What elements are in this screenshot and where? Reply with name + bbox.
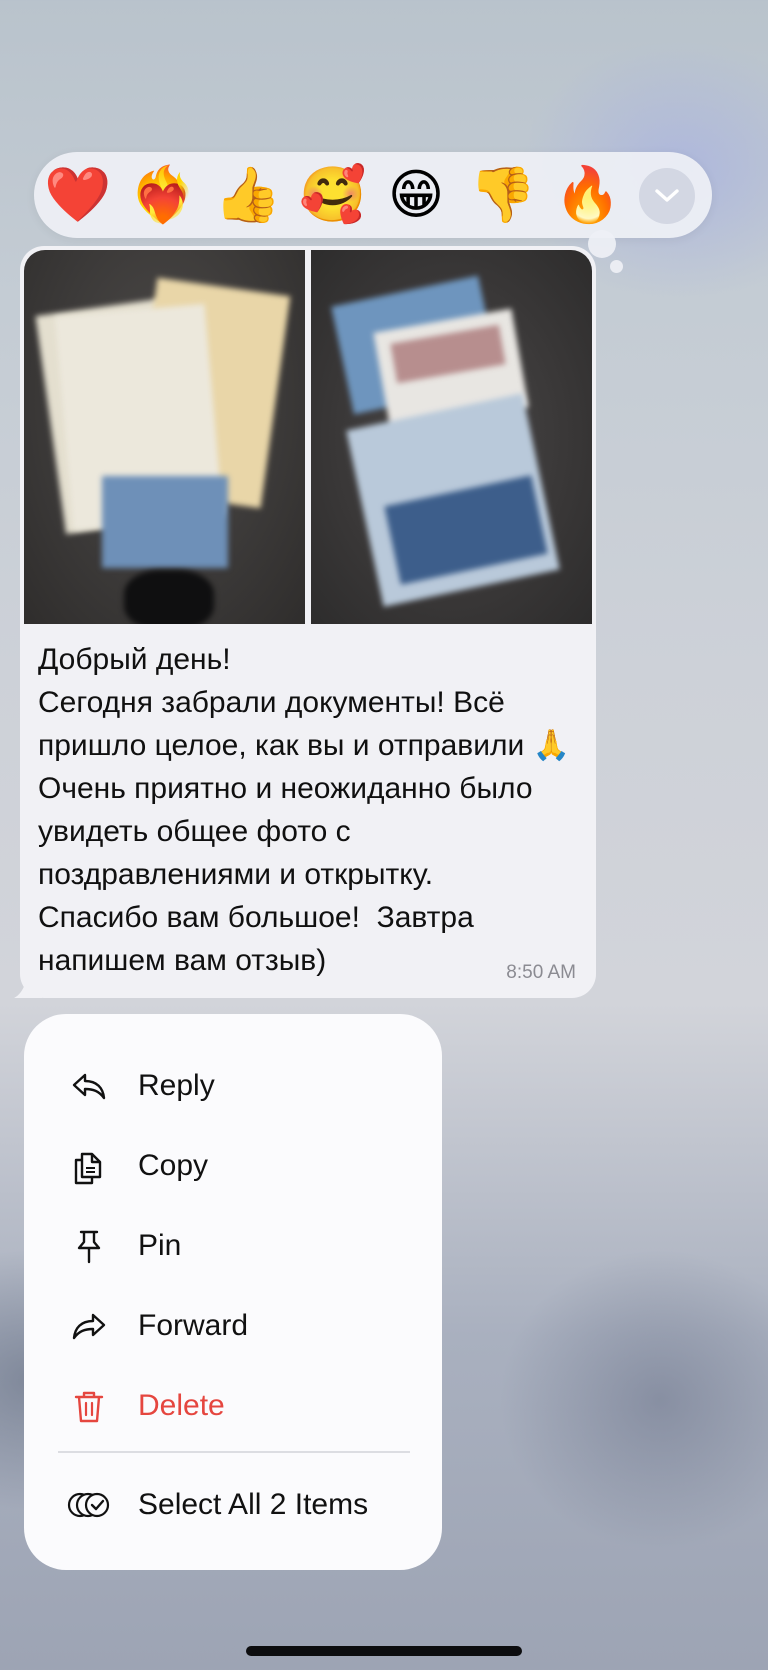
menu-item-select-all[interactable]: Select All 2 Items	[24, 1470, 442, 1540]
pin-icon	[77, 1230, 101, 1264]
photo-documents[interactable]	[24, 250, 305, 624]
menu-item-label: Select All 2 Items	[138, 1488, 369, 1521]
context-menu: Reply Copy Pin Forward Delete Select All…	[24, 1014, 442, 1570]
copy-icon	[74, 1152, 102, 1185]
reaction-bar-tail	[588, 230, 616, 258]
reply-icon	[72, 1073, 106, 1100]
reaction-smiling-face-with-hearts[interactable]: 🥰	[299, 163, 366, 227]
more-reactions-button[interactable]	[639, 168, 695, 224]
home-indicator[interactable]	[246, 1646, 522, 1656]
reaction-thumbs-up[interactable]: 👍	[214, 163, 281, 227]
menu-item-reply[interactable]: Reply	[24, 1051, 442, 1121]
menu-item-forward[interactable]: Forward	[24, 1291, 442, 1361]
message-text: Добрый день! Сегодня забрали документы! …	[38, 643, 570, 977]
menu-divider	[58, 1451, 410, 1453]
reaction-beaming-face[interactable]: 😁	[384, 163, 448, 227]
reaction-red-heart[interactable]: ❤️	[44, 163, 111, 227]
menu-item-copy[interactable]: Copy	[24, 1131, 442, 1201]
message-bubble[interactable]: Добрый день! Сегодня забрали документы! …	[20, 246, 596, 998]
reaction-fire[interactable]: 🔥	[554, 163, 621, 227]
menu-item-label: Copy	[138, 1149, 209, 1182]
forward-icon	[72, 1313, 106, 1340]
message-timestamp: 8:50 AM	[506, 962, 576, 983]
menu-item-label: Reply	[138, 1069, 215, 1102]
reaction-bar: ❤️ ❤️‍🔥 👍 🥰 😁 👎 🔥	[34, 152, 712, 238]
menu-item-pin[interactable]: Pin	[24, 1211, 442, 1281]
reaction-heart-on-fire[interactable]: ❤️‍🔥	[129, 163, 196, 227]
menu-item-label: Forward	[138, 1309, 249, 1342]
select-all-icon	[67, 1492, 110, 1518]
photo-envelope-postcard[interactable]	[311, 250, 592, 624]
menu-item-label: Delete	[138, 1389, 225, 1422]
reaction-bar-tail-dot	[610, 260, 623, 273]
trash-icon	[74, 1391, 104, 1423]
menu-item-label: Pin	[138, 1229, 182, 1262]
reaction-thumbs-down[interactable]: 👎	[469, 163, 536, 227]
menu-item-delete[interactable]: Delete	[24, 1371, 442, 1441]
chevron-down-icon	[655, 189, 679, 202]
